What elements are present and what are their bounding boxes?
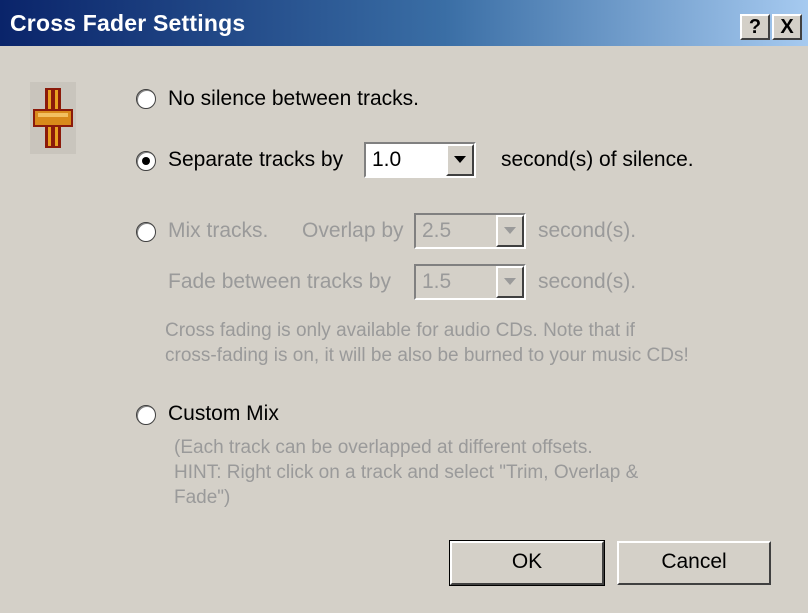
chevron-down-icon xyxy=(504,227,516,234)
cancel-button[interactable]: Cancel xyxy=(617,541,771,585)
separate-seconds-value: 1.0 xyxy=(372,148,402,171)
close-button[interactable]: X xyxy=(772,14,802,40)
mix-tracks-label: Mix tracks. xyxy=(168,219,269,242)
overlap-label: Overlap by xyxy=(302,219,404,242)
overlap-seconds-value: 2.5 xyxy=(422,219,452,242)
custom-mix-label: Custom Mix xyxy=(168,402,279,425)
fade-seconds-value: 1.5 xyxy=(422,270,452,293)
overlap-dropdown-button[interactable] xyxy=(496,215,524,247)
custom-mix-hint: (Each track can be overlapped at differe… xyxy=(174,435,638,510)
custom-mix-radio[interactable] xyxy=(136,405,156,425)
radio-selected-dot xyxy=(142,157,150,165)
no-silence-label: No silence between tracks. xyxy=(168,87,419,110)
fade-dropdown-button[interactable] xyxy=(496,266,524,298)
ok-button[interactable]: OK xyxy=(449,540,605,586)
fade-suffix-label: second(s). xyxy=(538,270,637,293)
crossfader-icon xyxy=(30,82,76,154)
separate-suffix-label: second(s) of silence. xyxy=(501,148,694,171)
chevron-down-icon xyxy=(454,156,466,163)
note-line: Cross fading is only available for audio… xyxy=(165,320,635,341)
separate-tracks-radio[interactable] xyxy=(136,151,156,171)
hint-line: (Each track can be overlapped at differe… xyxy=(174,437,593,458)
help-button[interactable]: ? xyxy=(740,14,770,40)
overlap-seconds-select[interactable]: 2.5 xyxy=(414,213,526,249)
chevron-down-icon xyxy=(504,278,516,285)
separate-dropdown-button[interactable] xyxy=(446,144,474,176)
fade-label: Fade between tracks by xyxy=(168,270,391,293)
separate-tracks-label: Separate tracks by xyxy=(168,148,344,171)
window-title: Cross Fader Settings xyxy=(10,10,246,36)
separate-seconds-select[interactable]: 1.0 xyxy=(364,142,476,178)
no-silence-radio[interactable] xyxy=(136,89,156,109)
mix-tracks-radio[interactable] xyxy=(136,222,156,242)
overlap-suffix-label: second(s). xyxy=(538,219,637,242)
note-line: cross-fading is on, it will be also be b… xyxy=(165,345,689,366)
hint-line: HINT: Right click on a track and select … xyxy=(174,462,639,483)
cross-fade-note: Cross fading is only available for audio… xyxy=(165,318,689,368)
title-bar: Cross Fader Settings ? X xyxy=(0,0,808,46)
fade-seconds-select[interactable]: 1.5 xyxy=(414,264,526,300)
hint-line: Fade") xyxy=(174,487,231,508)
